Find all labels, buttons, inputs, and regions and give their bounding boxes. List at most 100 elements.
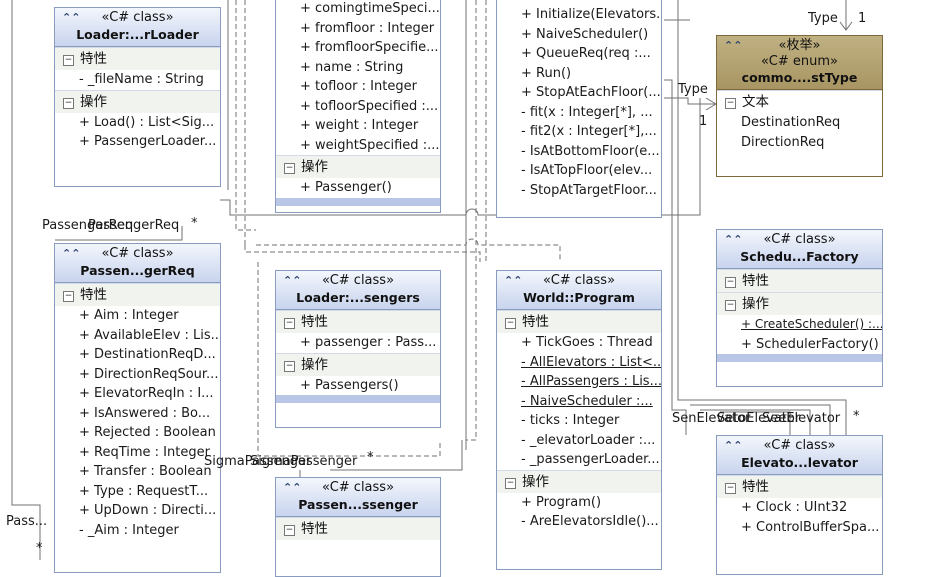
collapse-icon[interactable]: ⌃⌃ [62,248,80,260]
attribute-row[interactable]: - _Aim : Integer [55,521,220,541]
operation-row[interactable]: - fit(x : Integer[*], ... [497,103,661,123]
operations-section-header[interactable]: − 操作 [276,155,440,178]
collapse-icon[interactable]: ⌃⌃ [62,12,80,24]
minus-icon[interactable]: − [63,97,74,109]
minus-icon[interactable]: − [284,163,295,174]
operation-row[interactable]: + SchedulerFactory() [717,335,882,355]
class-passenger-req[interactable]: ⌃⌃ «C# class» Passen...gerReq − 特性 + Aim … [54,243,221,573]
operation-row[interactable]: + QueueReq(req :... [497,44,661,64]
role-label-type: Type [678,82,708,97]
operation-row[interactable]: - IsAtTopFloor(elev... [497,161,661,181]
operation-row[interactable]: - fit2(x : Integer[*],... [497,122,661,142]
attributes-section-header[interactable]: − 特性 [717,269,882,292]
attributes-section-header[interactable]: − 特性 [276,517,440,540]
collapse-icon[interactable]: ⌃⌃ [724,440,742,452]
attribute-row[interactable]: + Aim : Integer [55,306,220,326]
attribute-row[interactable]: + weight : Integer [276,116,440,136]
attribute-row[interactable]: + fromfloorSpecifie... [276,38,440,58]
attributes-section-header[interactable]: − 特性 [276,310,440,333]
minus-icon[interactable]: − [505,318,516,329]
minus-icon[interactable]: − [505,477,516,489]
minus-icon[interactable]: − [725,300,736,311]
attribute-row[interactable]: + DirectionReqSour... [55,365,220,385]
operations-section-header[interactable]: − 操作 [55,89,220,113]
operation-row[interactable]: + NaiveScheduler() [497,25,661,45]
minus-icon[interactable]: − [284,360,295,372]
enum-literal[interactable]: DirectionReq [717,133,882,153]
class-loader-reader[interactable]: ⌃⌃ «C# class» Loader:...rLoader − 特性 - _f… [54,7,221,187]
attribute-row[interactable]: + comingtimeSpeci... [276,0,440,19]
operations-section-header[interactable]: − 操作 [717,292,882,315]
attribute-row[interactable]: - _fileName : String [55,70,220,90]
attribute-row[interactable]: + ControlBufferSpa... [717,518,882,538]
minus-icon[interactable]: − [63,291,74,302]
class-scheduler-factory[interactable]: ⌃⌃ «C# class» Schedu...Factory − 特性 − 操作 +… [716,229,883,387]
attributes-section-header[interactable]: − 特性 [497,310,661,333]
collapse-icon[interactable]: ⌃⌃ [724,40,742,52]
operation-row[interactable]: + Program() [497,493,661,513]
operation-row[interactable]: - IsAtBottomFloor(e... [497,142,661,162]
attribute-row[interactable]: - _elevatorLoader :... [497,431,661,451]
operation-row[interactable]: + StopAtEachFloor(... [497,83,661,103]
class-world-program[interactable]: ⌃⌃ «C# class» World::Program − 特性 + TickG… [496,270,662,570]
enum-common-request-type[interactable]: ⌃⌃ «枚举» «C# enum» commo....stType − 文本 De… [716,35,883,177]
attribute-row[interactable]: + Transfer : Boolean [55,462,220,482]
operation-row[interactable]: - AreElevatorsIdle()... [497,512,661,532]
attribute-row[interactable]: + ElevatorReqIn : I... [55,384,220,404]
operation-row[interactable]: + Initialize(Elevators... [497,5,661,25]
operation-row[interactable]: + Passengers() [276,376,440,396]
attribute-row[interactable]: + IsAnswered : Bo... [55,404,220,424]
attribute-row[interactable]: + DestinationReqD... [55,345,220,365]
collapse-icon[interactable]: ⌃⌃ [283,482,301,494]
operation-row[interactable]: + Run() [497,64,661,84]
attribute-row[interactable]: + weightSpecified :... [276,136,440,156]
attributes-section-header[interactable]: − 特性 [717,475,882,498]
operations-section-header[interactable]: − 操作 [497,469,661,493]
literals-section-header[interactable]: − 文本 [717,90,882,113]
attribute-row[interactable]: - _passengerLoader... [497,450,661,470]
class-elevator[interactable]: ⌃⌃ «C# class» Elevato...levator − 特性 + Cl… [716,435,883,575]
collapse-icon[interactable]: ⌃⌃ [504,275,522,287]
operation-row[interactable]: + PassengerLoader... [55,132,220,152]
attribute-row[interactable]: - ticks : Integer [497,411,661,431]
class-passenger[interactable]: + comingtimeSpeci... + fromfloor : Integ… [275,0,441,213]
attribute-row[interactable]: + Clock : UInt32 [717,498,882,518]
class-passenger-loader[interactable]: ⌃⌃ «C# class» Passen...ssenger − 特性 [275,477,441,577]
operation-row[interactable]: + Passenger() [276,178,440,198]
collapse-icon[interactable]: ⌃⌃ [283,275,301,287]
attribute-row[interactable]: + name : String [276,58,440,78]
attribute-row[interactable]: - AllPassengers : Lis... [497,372,661,392]
attribute-row[interactable]: + TickGoes : Thread [497,333,661,353]
attribute-row[interactable]: + fromfloor : Integer [276,19,440,39]
minus-icon[interactable]: − [725,483,736,494]
class-header: ⌃⌃ «C# class» World::Program [497,271,661,310]
minus-icon[interactable]: − [284,525,295,536]
attributes-section-header[interactable]: − 特性 [55,47,220,70]
attribute-row[interactable]: + tofloor : Integer [276,77,440,97]
attribute-row[interactable]: + tofloorSpecified :... [276,97,440,117]
role-label-passenger-req: PassengerReq [88,218,180,233]
attributes-section-header[interactable]: − 特性 [55,283,220,306]
class-name: Elevato...levator [741,455,858,470]
attribute-row[interactable]: - AllElevators : List<... [497,353,661,373]
operation-row[interactable]: + CreateScheduler() :... [717,315,882,335]
minus-icon[interactable]: − [725,98,736,109]
class-loader-passengers[interactable]: ⌃⌃ «C# class» Loader:...sengers − 特性 + pa… [275,270,441,428]
attribute-row[interactable]: + AvailableElev : Lis... [55,326,220,346]
collapse-icon[interactable]: ⌃⌃ [724,234,742,246]
enum-literal[interactable]: DestinationReq [717,113,882,133]
class-naive-scheduler[interactable]: + Initialize(Elevators... + NaiveSchedul… [496,0,662,218]
minus-icon[interactable]: − [725,277,736,288]
attribute-row[interactable]: - NaiveScheduler :... [497,392,661,412]
attribute-row[interactable]: + passenger : Pass... [276,333,440,353]
operation-row[interactable]: + Load() : List<Sig... [55,113,220,133]
role-label-pass: Pass... [6,514,48,529]
operation-row[interactable]: - StopAtTargetFloor... [497,181,661,201]
attribute-row[interactable]: + Type : RequestT... [55,482,220,502]
minus-icon[interactable]: − [63,55,74,66]
attribute-row[interactable]: + UpDown : Directi... [55,501,220,521]
operations-section-header[interactable]: − 操作 [276,352,440,376]
attribute-row[interactable]: + ReqTime : Integer [55,443,220,463]
minus-icon[interactable]: − [284,318,295,329]
attribute-row[interactable]: + Rejected : Boolean [55,423,220,443]
